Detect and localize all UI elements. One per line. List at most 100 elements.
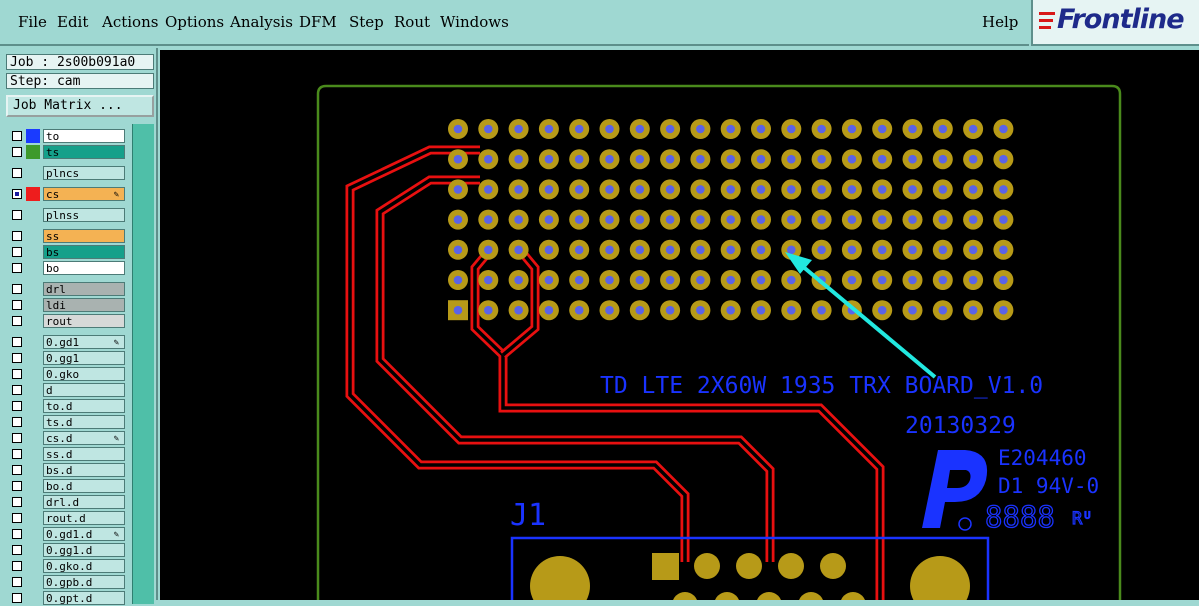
layer-name[interactable]: 0.gpt.d	[43, 591, 125, 605]
layer-name[interactable]: bs.d	[43, 463, 125, 477]
layer-row-0-gd1-d[interactable]: 0.gd1.d ✎	[6, 526, 130, 542]
layer-row-ts[interactable]: ts	[6, 144, 130, 160]
pcb-graphic-canvas[interactable]: TD LTE 2X60W 1935 TRX BOARD_V1.0 20130329…	[160, 50, 1199, 600]
layer-name[interactable]: ts.d	[43, 415, 125, 429]
menu-dfm[interactable]: DFM	[299, 13, 337, 31]
layer-row-bs-d[interactable]: bs.d	[6, 462, 130, 478]
layer-checkbox[interactable]	[12, 189, 22, 199]
layer-row-bs[interactable]: bs	[6, 244, 130, 260]
layer-name[interactable]: to.d	[43, 399, 125, 413]
layer-name[interactable]: ldi	[43, 298, 125, 312]
layer-row-rout[interactable]: rout	[6, 313, 130, 329]
layer-checkbox[interactable]	[12, 497, 22, 507]
layer-checkbox[interactable]	[12, 417, 22, 427]
layer-checkbox[interactable]	[12, 465, 22, 475]
layer-checkbox[interactable]	[12, 263, 22, 273]
layer-row-drl[interactable]: drl	[6, 281, 130, 297]
layer-row-0-gpb-d[interactable]: 0.gpb.d	[6, 574, 130, 590]
layer-name[interactable]: rout.d	[43, 511, 125, 525]
layer-list-scrollbar[interactable]	[132, 124, 154, 604]
layer-name[interactable]: 0.gko.d	[43, 559, 125, 573]
layer-checkbox[interactable]	[12, 284, 22, 294]
menu-options[interactable]: Options	[165, 13, 224, 31]
layer-checkbox[interactable]	[12, 449, 22, 459]
layer-row-ss[interactable]: ss	[6, 228, 130, 244]
layer-name[interactable]: 0.gd1 ✎	[43, 335, 125, 349]
layer-name[interactable]: bo	[43, 261, 125, 275]
layer-name[interactable]: bs	[43, 245, 125, 259]
layer-checkbox[interactable]	[12, 353, 22, 363]
layer-name[interactable]: d	[43, 383, 125, 397]
layer-name[interactable]: ts	[43, 145, 125, 159]
menu-step[interactable]: Step	[349, 13, 384, 31]
layer-checkbox[interactable]	[12, 577, 22, 587]
layer-checkbox[interactable]	[12, 247, 22, 257]
layer-row-0-gko[interactable]: 0.gko	[6, 366, 130, 382]
layer-name[interactable]: drl	[43, 282, 125, 296]
layer-row-ts-d[interactable]: ts.d	[6, 414, 130, 430]
menu-help[interactable]: Help	[982, 13, 1018, 31]
layer-checkbox[interactable]	[12, 513, 22, 523]
layer-checkbox[interactable]	[12, 316, 22, 326]
layer-row-to-d[interactable]: to.d	[6, 398, 130, 414]
layer-row-cs-d[interactable]: cs.d ✎	[6, 430, 130, 446]
menu-file[interactable]: File	[18, 13, 47, 31]
layer-row-drl-d[interactable]: drl.d	[6, 494, 130, 510]
layer-checkbox[interactable]	[12, 210, 22, 220]
layer-checkbox[interactable]	[12, 481, 22, 491]
layer-name[interactable]: 0.gko	[43, 367, 125, 381]
layer-name[interactable]: cs ✎	[43, 187, 125, 201]
menu-edit[interactable]: Edit	[57, 13, 88, 31]
layer-name[interactable]: drl.d	[43, 495, 125, 509]
layer-row-plnss[interactable]: plnss	[6, 207, 130, 223]
layer-name[interactable]: to	[43, 129, 125, 143]
layer-name[interactable]: ss	[43, 229, 125, 243]
layer-checkbox[interactable]	[12, 147, 22, 157]
layer-row-to[interactable]: to	[6, 128, 130, 144]
layer-checkbox[interactable]	[12, 401, 22, 411]
layer-row-plncs[interactable]: plncs	[6, 165, 130, 181]
layer-row-0-gd1[interactable]: 0.gd1 ✎	[6, 334, 130, 350]
layer-row-ss-d[interactable]: ss.d	[6, 446, 130, 462]
layer-row-rout-d[interactable]: rout.d	[6, 510, 130, 526]
layer-row-0-gg1[interactable]: 0.gg1	[6, 350, 130, 366]
layer-checkbox[interactable]	[12, 561, 22, 571]
layer-checkbox[interactable]	[12, 300, 22, 310]
layer-checkbox[interactable]	[12, 433, 22, 443]
layer-name[interactable]: cs.d ✎	[43, 431, 125, 445]
menu-actions[interactable]: Actions	[102, 13, 158, 31]
layer-checkbox[interactable]	[12, 385, 22, 395]
layer-row-0-gko-d[interactable]: 0.gko.d	[6, 558, 130, 574]
layer-row-ldi[interactable]: ldi	[6, 297, 130, 313]
layer-name[interactable]: bo.d	[43, 479, 125, 493]
layer-row-bo-d[interactable]: bo.d	[6, 478, 130, 494]
layer-color-swatch[interactable]	[26, 145, 40, 159]
layer-name[interactable]: rout	[43, 314, 125, 328]
layer-name[interactable]: 0.gd1.d ✎	[43, 527, 125, 541]
layer-checkbox[interactable]	[12, 593, 22, 603]
job-matrix-button[interactable]: Job Matrix ...	[6, 95, 154, 117]
menu-windows[interactable]: Windows	[440, 13, 509, 31]
layer-checkbox[interactable]	[12, 231, 22, 241]
layer-name[interactable]: 0.gg1.d	[43, 543, 125, 557]
layer-name[interactable]: plnss	[43, 208, 125, 222]
layer-row-0-gpt-d[interactable]: 0.gpt.d	[6, 590, 130, 606]
layer-checkbox[interactable]	[12, 545, 22, 555]
layer-row-0-gg1-d[interactable]: 0.gg1.d	[6, 542, 130, 558]
layer-color-swatch[interactable]	[26, 187, 40, 201]
menu-analysis[interactable]: Analysis	[230, 13, 293, 31]
layer-checkbox[interactable]	[12, 168, 22, 178]
layer-color-swatch[interactable]	[26, 129, 40, 143]
layer-name[interactable]: plncs	[43, 166, 125, 180]
layer-checkbox[interactable]	[12, 369, 22, 379]
layer-row-cs[interactable]: cs ✎	[6, 186, 130, 202]
layer-checkbox[interactable]	[12, 337, 22, 347]
menu-rout[interactable]: Rout	[394, 13, 430, 31]
layer-name[interactable]: 0.gg1	[43, 351, 125, 365]
layer-row-bo[interactable]: bo	[6, 260, 130, 276]
layer-name[interactable]: 0.gpb.d	[43, 575, 125, 589]
layer-name[interactable]: ss.d	[43, 447, 125, 461]
layer-checkbox[interactable]	[12, 529, 22, 539]
layer-row-d[interactable]: d	[6, 382, 130, 398]
layer-checkbox[interactable]	[12, 131, 22, 141]
